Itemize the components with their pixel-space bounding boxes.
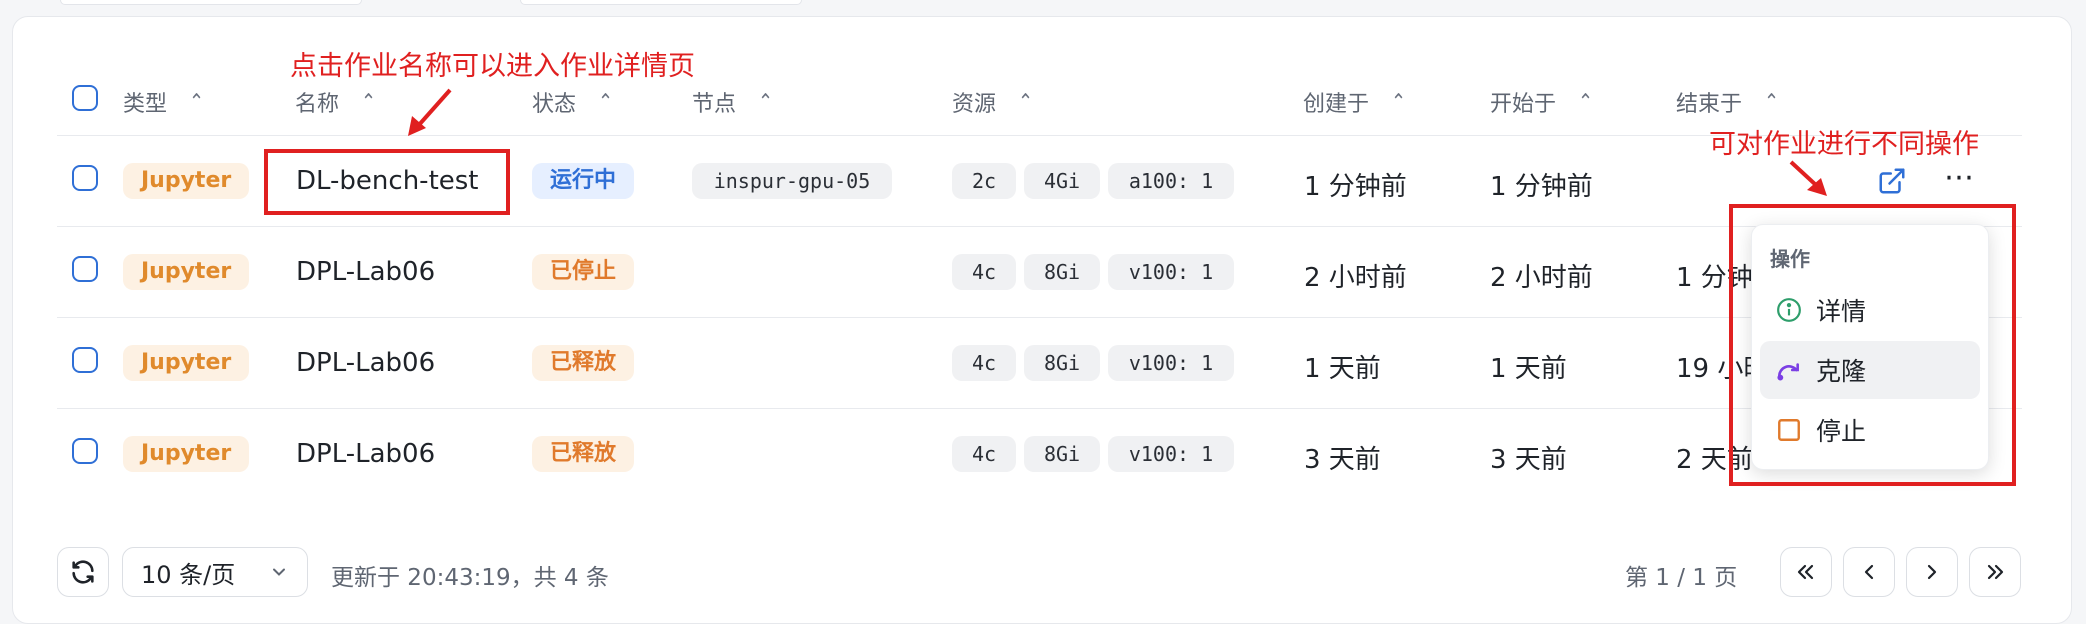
row-checkbox[interactable] xyxy=(72,438,98,464)
gpu-chip: a100: 1 xyxy=(1108,163,1234,199)
chevron-left-icon xyxy=(1864,564,1874,580)
row-checkbox[interactable] xyxy=(72,165,98,191)
sort-icon[interactable]: ⌃ xyxy=(1018,89,1033,114)
next-page-button[interactable] xyxy=(1906,547,1958,597)
started-time: 1 分钟前 xyxy=(1490,172,1593,202)
sort-icon[interactable]: ⌃ xyxy=(598,89,613,114)
type-badge: Jupyter xyxy=(123,345,250,381)
row-checkbox[interactable] xyxy=(72,256,98,282)
sort-icon[interactable]: ⌃ xyxy=(361,89,376,114)
update-status-text: 更新于 20:43:19，共 4 条 xyxy=(331,565,609,591)
cpu-chip: 4c xyxy=(952,254,1016,290)
top-edge-fragment xyxy=(60,0,362,5)
status-badge: 已释放 xyxy=(532,436,635,472)
row-checkbox[interactable] xyxy=(72,347,98,373)
cpu-chip: 2c xyxy=(952,163,1016,199)
job-name-link[interactable]: DPL-Lab06 xyxy=(296,439,435,469)
page-info: 第 1 / 1 页 xyxy=(1625,565,1738,591)
select-all-checkbox[interactable] xyxy=(72,85,98,111)
started-time: 1 天前 xyxy=(1490,354,1567,384)
column-header-started[interactable]: 开始于 ⌃ xyxy=(1490,86,1593,118)
sort-icon[interactable]: ⌃ xyxy=(1764,89,1779,114)
created-time: 2 小时前 xyxy=(1304,263,1407,293)
gpu-chip: v100: 1 xyxy=(1108,436,1234,472)
cpu-chip: 4c xyxy=(952,436,1016,472)
sort-icon[interactable]: ⌃ xyxy=(1578,89,1593,114)
gpu-chip: v100: 1 xyxy=(1108,254,1234,290)
column-header-type[interactable]: 类型 ⌃ xyxy=(123,86,204,118)
sort-icon[interactable]: ⌃ xyxy=(189,89,204,114)
created-time: 1 分钟前 xyxy=(1304,172,1407,202)
row-divider xyxy=(57,226,2022,227)
more-actions-button[interactable]: ⋯ xyxy=(1944,160,1975,195)
type-badge: Jupyter xyxy=(123,436,250,472)
last-page-button[interactable] xyxy=(1969,547,2021,597)
row-divider xyxy=(57,408,2022,409)
column-header-resources[interactable]: 资源 ⌃ xyxy=(952,86,1033,118)
page-size-value: 10 条/页 xyxy=(141,560,236,589)
annotation-name-hint: 点击作业名称可以进入作业详情页 xyxy=(290,51,695,82)
row-divider xyxy=(57,317,2022,318)
double-chevron-right-icon xyxy=(1987,564,2004,580)
started-time: 3 天前 xyxy=(1490,445,1567,475)
page-size-select[interactable]: 10 条/页 xyxy=(122,547,308,597)
refresh-icon xyxy=(72,560,94,584)
prev-page-button[interactable] xyxy=(1843,547,1895,597)
gpu-chip: v100: 1 xyxy=(1108,345,1234,381)
column-header-ended[interactable]: 结束于 ⌃ xyxy=(1676,86,1779,118)
external-link-icon[interactable] xyxy=(1877,166,1907,196)
job-name-link[interactable]: DPL-Lab06 xyxy=(296,348,435,378)
annotation-arrow-icon xyxy=(408,88,452,136)
memory-chip: 8Gi xyxy=(1024,345,1100,381)
node-chip: inspur-gpu-05 xyxy=(692,163,892,199)
first-page-button[interactable] xyxy=(1780,547,1832,597)
created-time: 1 天前 xyxy=(1304,354,1381,384)
annotation-arrow-icon xyxy=(1789,160,1827,196)
column-header-status[interactable]: 状态 ⌃ xyxy=(532,86,613,118)
annotation-highlight-name xyxy=(264,149,510,215)
memory-chip: 8Gi xyxy=(1024,436,1100,472)
type-badge: Jupyter xyxy=(123,254,250,290)
created-time: 3 天前 xyxy=(1304,445,1381,475)
chevron-down-icon xyxy=(273,568,285,576)
status-badge: 已释放 xyxy=(532,345,635,381)
cpu-chip: 4c xyxy=(952,345,1016,381)
status-badge: 已停止 xyxy=(532,254,635,290)
double-chevron-left-icon xyxy=(1797,564,1814,580)
sort-icon[interactable]: ⌃ xyxy=(1391,89,1406,114)
top-edge-fragment xyxy=(520,0,802,5)
refresh-button[interactable] xyxy=(57,547,109,597)
column-header-node[interactable]: 节点 ⌃ xyxy=(692,86,773,118)
memory-chip: 4Gi xyxy=(1024,163,1100,199)
sort-icon[interactable]: ⌃ xyxy=(758,89,773,114)
column-header-created[interactable]: 创建于 ⌃ xyxy=(1303,86,1406,118)
status-badge: 运行中 xyxy=(532,163,635,199)
column-header-name[interactable]: 名称 ⌃ xyxy=(295,86,376,118)
memory-chip: 8Gi xyxy=(1024,254,1100,290)
annotation-ops-hint: 可对作业进行不同操作 xyxy=(1709,129,1979,160)
type-badge: Jupyter xyxy=(123,163,250,199)
job-name-link[interactable]: DPL-Lab06 xyxy=(296,257,435,287)
started-time: 2 小时前 xyxy=(1490,263,1593,293)
chevron-right-icon xyxy=(1927,564,1937,580)
annotation-highlight-menu xyxy=(1729,204,2016,486)
